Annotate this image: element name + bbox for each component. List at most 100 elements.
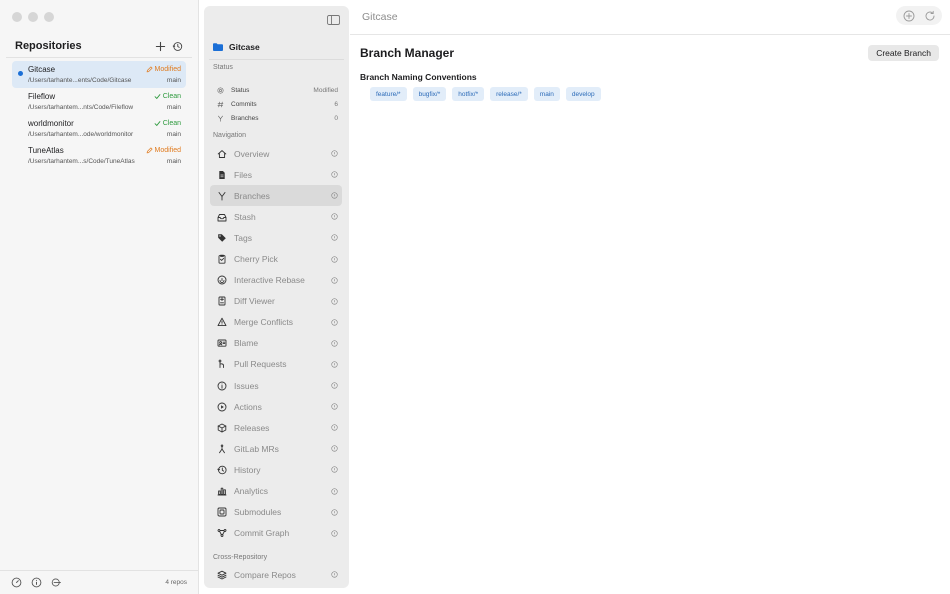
nav-item-icon bbox=[217, 212, 227, 222]
status-row: Status Modified bbox=[216, 85, 338, 95]
nav-item-icon bbox=[217, 233, 227, 243]
help-circle-icon bbox=[330, 340, 338, 347]
nav-item-help[interactable] bbox=[330, 192, 338, 200]
nav-item-help[interactable] bbox=[330, 403, 338, 411]
commit-button[interactable] bbox=[51, 577, 62, 588]
help-circle-icon bbox=[330, 213, 338, 220]
nav-item-help[interactable] bbox=[330, 213, 338, 221]
nav-item-help[interactable] bbox=[330, 360, 338, 368]
repository-row: /Users/tarhantem...nts/Code/Fileflow mai… bbox=[28, 102, 181, 113]
nav-item-blame[interactable]: Blame bbox=[210, 333, 342, 354]
nav-item-tags[interactable]: Tags bbox=[210, 227, 342, 248]
nav-item-help[interactable] bbox=[330, 466, 338, 474]
branch-icon bbox=[217, 115, 223, 122]
add-button[interactable] bbox=[902, 9, 915, 22]
nav-item-help[interactable] bbox=[330, 255, 338, 263]
recent-repositories-button[interactable] bbox=[171, 40, 183, 52]
nav-item-icon bbox=[217, 402, 227, 412]
nav-item-help[interactable] bbox=[330, 150, 338, 158]
nav-item-help[interactable] bbox=[330, 234, 338, 242]
create-branch-button[interactable]: Create Branch bbox=[868, 45, 939, 61]
nav-item-label: Actions bbox=[234, 401, 262, 412]
gear-icon bbox=[217, 87, 223, 93]
status-row-label: Status bbox=[231, 86, 250, 94]
checkmark-icon bbox=[154, 94, 161, 100]
toggle-sidebar-button[interactable] bbox=[327, 12, 340, 25]
repository-status: Clean bbox=[154, 93, 181, 100]
nav-item-analytics[interactable]: Analytics bbox=[210, 481, 342, 502]
nav-item-icon bbox=[217, 149, 227, 159]
nav-item-help[interactable] bbox=[330, 571, 338, 579]
nav-item-help[interactable] bbox=[330, 445, 338, 453]
repository-item[interactable]: TuneAtlas Modified /Users/tarhantem...s/… bbox=[12, 142, 186, 169]
hash-icon bbox=[217, 101, 223, 107]
naming-convention-chip: bugfix/* bbox=[412, 87, 447, 101]
nav-item-label: Releases bbox=[234, 422, 270, 433]
nav-item-merge-conflicts[interactable]: Merge Conflicts bbox=[210, 312, 342, 333]
nav-item-interactive-rebase[interactable]: Interactive Rebase bbox=[210, 270, 342, 291]
status-row-icon bbox=[216, 100, 224, 108]
repository-name: worldmonitor bbox=[28, 119, 74, 128]
status-row: Branches 0 bbox=[216, 113, 338, 123]
help-circle-icon bbox=[330, 487, 338, 495]
help-circle-icon bbox=[330, 466, 338, 474]
repository-name: Gitcase bbox=[28, 65, 56, 74]
nav-item-history[interactable]: History bbox=[210, 459, 342, 480]
document-icon bbox=[219, 170, 225, 179]
submodule-icon bbox=[217, 507, 227, 517]
nav-item-commit-graph[interactable]: Commit Graph bbox=[210, 523, 342, 544]
nav-item-label: GitLab MRs bbox=[234, 443, 279, 454]
nav-item-help[interactable] bbox=[330, 382, 338, 390]
add-repository-button[interactable] bbox=[154, 40, 166, 52]
nav-item-label: Analytics bbox=[234, 486, 269, 497]
graph-icon bbox=[217, 529, 227, 538]
nav-item-help[interactable] bbox=[330, 171, 338, 179]
nav-item-help[interactable] bbox=[330, 529, 338, 537]
repository-status-label: Modified bbox=[154, 66, 181, 73]
help-circle-icon bbox=[330, 298, 338, 305]
repository-row: /Users/tarhantem...s/Code/TuneAtlas main bbox=[28, 156, 181, 167]
help-circle-icon bbox=[330, 403, 338, 410]
status-row-value: 0 bbox=[334, 114, 338, 122]
settings-button[interactable] bbox=[11, 577, 22, 588]
status-section-label: Status bbox=[213, 64, 233, 71]
nav-item-help[interactable] bbox=[330, 318, 338, 326]
nav-item-overview[interactable]: Overview bbox=[210, 143, 342, 164]
pull-request-icon bbox=[218, 360, 224, 369]
nav-item-icon bbox=[217, 254, 227, 264]
refresh-button[interactable] bbox=[923, 9, 936, 22]
nav-item-actions[interactable]: Actions bbox=[210, 396, 342, 417]
nav-item-branches[interactable]: Branches bbox=[210, 185, 342, 207]
repository-item[interactable]: Fileflow Clean /Users/tarhantem...nts/Co… bbox=[12, 88, 186, 115]
tray-icon bbox=[217, 213, 227, 222]
minimize-window-button[interactable] bbox=[28, 12, 38, 22]
nav-item-compare-repos[interactable]: Compare Repos bbox=[210, 564, 342, 585]
cross-repository-list: Compare Repos bbox=[210, 564, 342, 585]
nav-item-diff-viewer[interactable]: Diff Viewer bbox=[210, 291, 342, 312]
nav-item-help[interactable] bbox=[330, 297, 338, 305]
repository-status: Modified bbox=[146, 66, 181, 73]
nav-item-help[interactable] bbox=[330, 339, 338, 347]
nav-item-stash[interactable]: Stash bbox=[210, 206, 342, 227]
nav-item-releases[interactable]: Releases bbox=[210, 417, 342, 438]
nav-item-icon bbox=[217, 191, 227, 201]
nav-item-help[interactable] bbox=[330, 276, 338, 284]
repository-item[interactable]: Gitcase Modified /Users/tarhante...ents/… bbox=[12, 61, 186, 88]
nav-item-pull-requests[interactable]: Pull Requests bbox=[210, 354, 342, 375]
play-circle-icon bbox=[217, 402, 227, 412]
page-title: Branch Manager bbox=[360, 46, 455, 60]
nav-item-files[interactable]: Files bbox=[210, 164, 342, 185]
zoom-window-button[interactable] bbox=[44, 12, 54, 22]
nav-item-help[interactable] bbox=[330, 487, 338, 495]
nav-item-help[interactable] bbox=[330, 424, 338, 432]
nav-item-help[interactable] bbox=[330, 508, 338, 516]
close-window-button[interactable] bbox=[12, 12, 22, 22]
nav-item-cherry-pick[interactable]: Cherry Pick bbox=[210, 248, 342, 269]
merge-icon bbox=[219, 444, 225, 454]
repository-item[interactable]: worldmonitor Clean /Users/tarhantem...od… bbox=[12, 115, 186, 142]
nav-item-gitlab-mrs[interactable]: GitLab MRs bbox=[210, 438, 342, 459]
nav-item-label: Compare Repos bbox=[234, 569, 296, 580]
nav-item-submodules[interactable]: Submodules bbox=[210, 502, 342, 523]
nav-item-issues[interactable]: Issues bbox=[210, 375, 342, 396]
info-button[interactable] bbox=[31, 577, 42, 588]
